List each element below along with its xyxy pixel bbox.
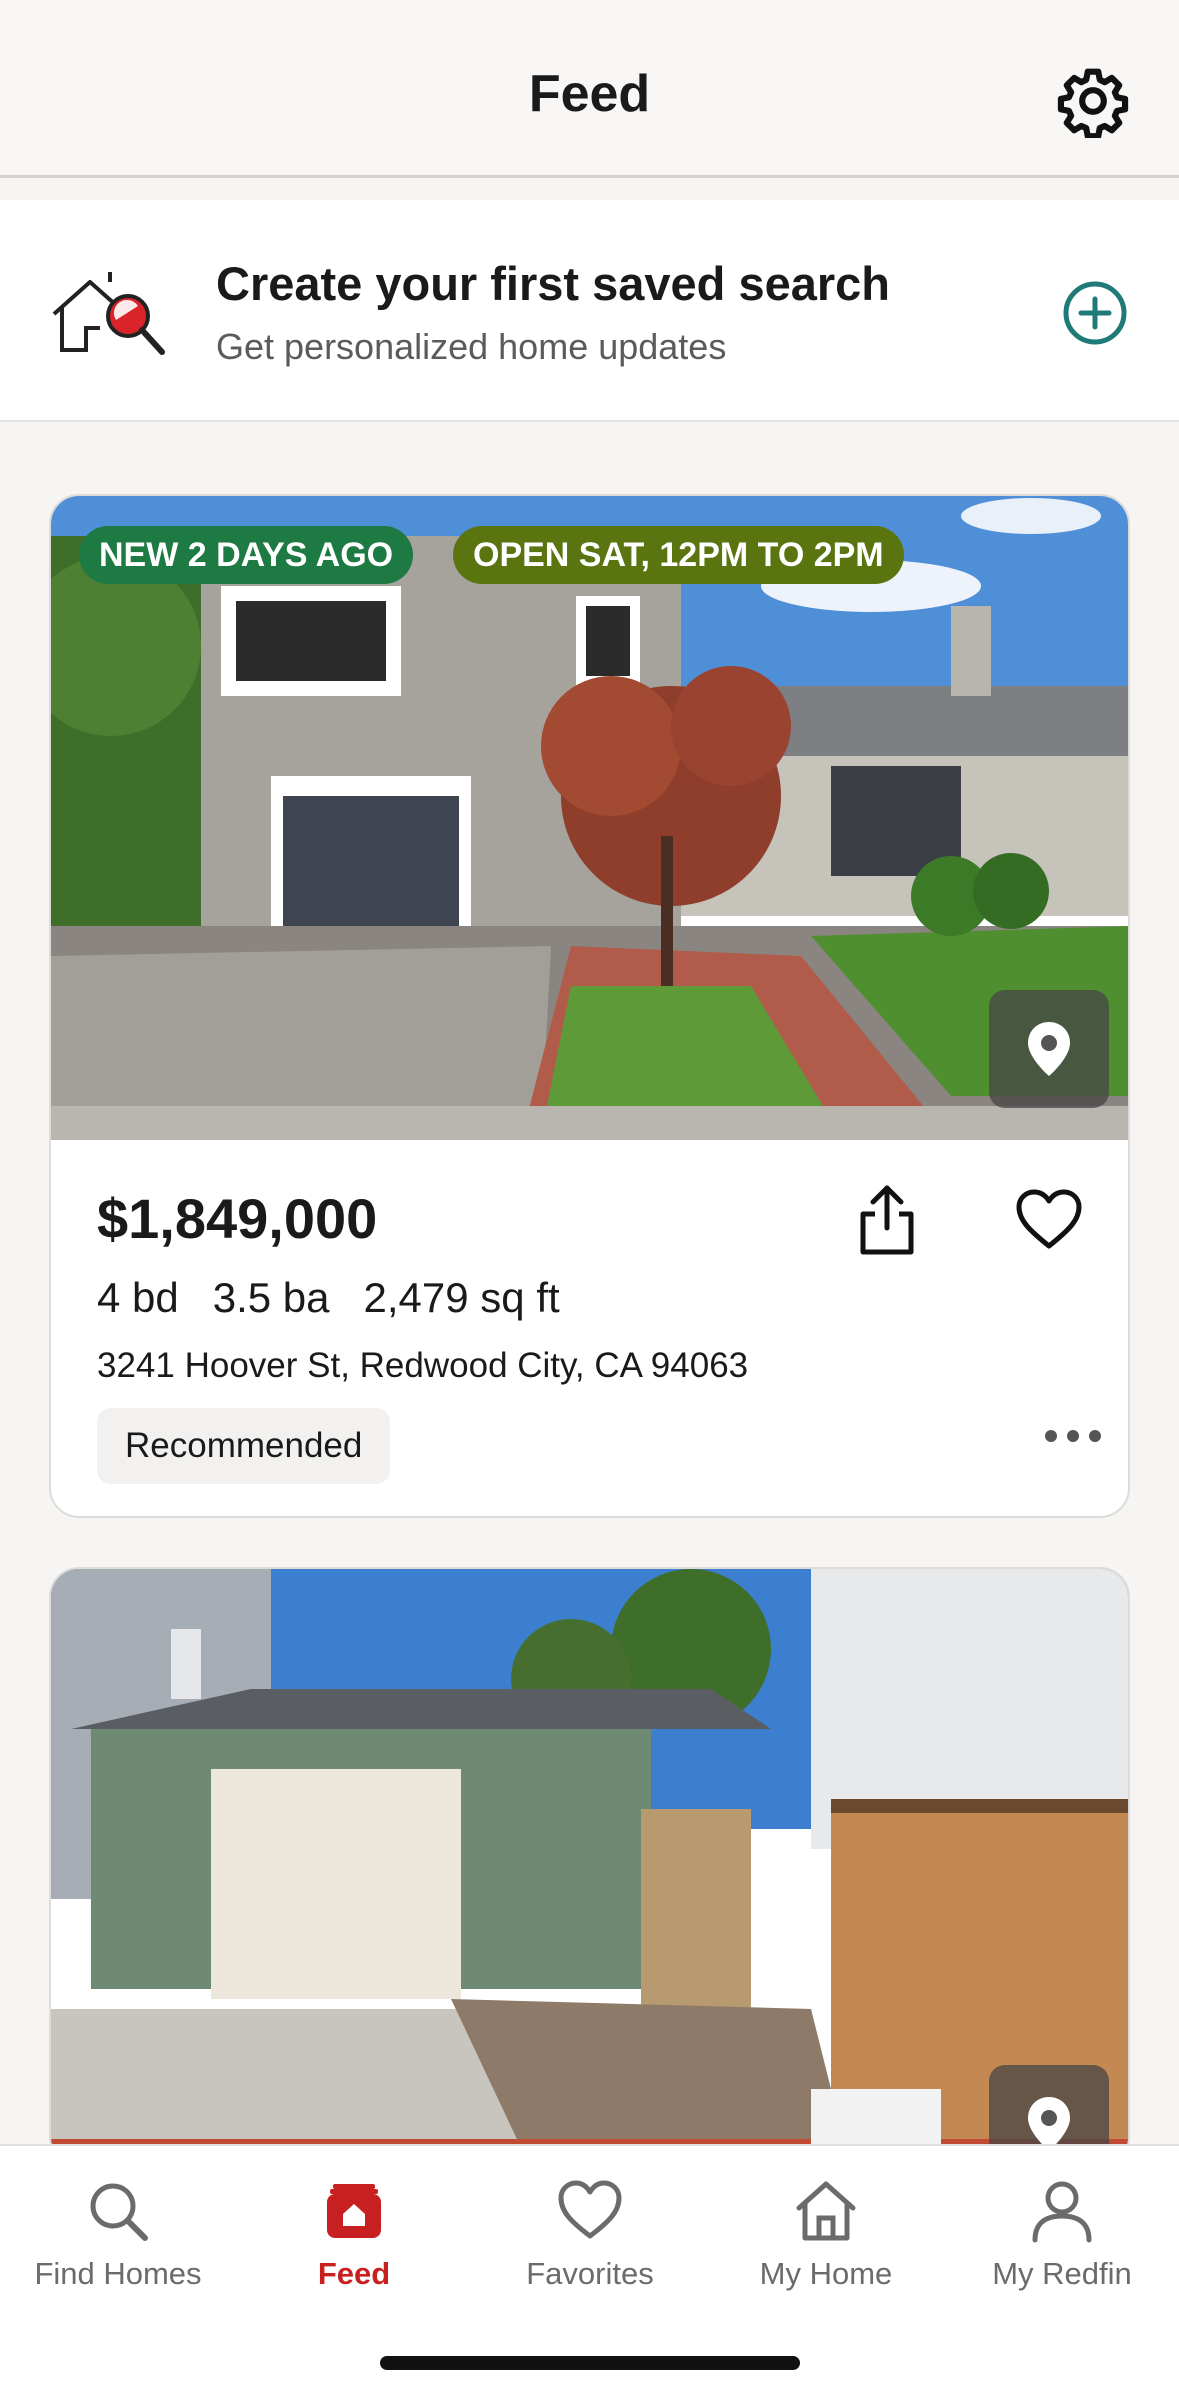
listing-card[interactable]: NEW 2 DAYS AGO OPEN SAT, 12PM TO 2PM $1,… [49, 494, 1130, 1518]
tab-find-homes[interactable]: Find Homes [0, 2166, 236, 2306]
person-icon [1032, 2181, 1092, 2243]
tab-label: Find Homes [34, 2256, 202, 2291]
tab-label: My Redfin [992, 2256, 1132, 2291]
listing-price: $1,849,000 [97, 1187, 378, 1250]
listing-card[interactable] [49, 1567, 1130, 2167]
map-button[interactable] [989, 990, 1109, 1108]
home-icon [796, 2181, 856, 2241]
tab-my-redfin[interactable]: My Redfin [944, 2166, 1179, 2306]
plus-circle-icon[interactable] [1062, 280, 1128, 346]
baths: 3.5 ba [212, 1274, 330, 1321]
recommended-tag: Recommended [97, 1408, 391, 1484]
home-indicator [380, 2356, 800, 2370]
beds: 4 bd [97, 1274, 179, 1321]
listing-address: 3241 Hoover St, Redwood City, CA 94063 [97, 1346, 749, 1385]
listing-photo[interactable]: NEW 2 DAYS AGO OPEN SAT, 12PM TO 2PM [51, 496, 1128, 1140]
tab-label: Favorites [526, 2256, 654, 2291]
banner-subtitle: Get personalized home updates [216, 326, 727, 367]
tab-label: Feed [317, 2256, 391, 2291]
tab-label: My Home [759, 2256, 893, 2291]
listing-facts: 4 bd 3.5 ba 2,479 sq ft [97, 1274, 594, 1322]
new-listing-badge: NEW 2 DAYS AGO [79, 526, 414, 584]
open-house-badge: OPEN SAT, 12PM TO 2PM [453, 526, 904, 584]
house-search-icon [52, 272, 165, 355]
tab-my-home[interactable]: My Home [708, 2166, 944, 2306]
share-icon[interactable] [857, 1182, 917, 1258]
tab-favorites[interactable]: Favorites [472, 2166, 708, 2306]
gear-icon[interactable] [1056, 64, 1130, 138]
heart-icon [558, 2180, 622, 2239]
listing-photo[interactable] [51, 1569, 1128, 2165]
favorite-heart-icon[interactable] [1015, 1188, 1083, 1250]
top-bar: Feed [0, 0, 1179, 178]
page-title: Feed [528, 65, 651, 123]
more-options-icon[interactable] [1043, 1426, 1103, 1446]
saved-search-banner[interactable]: Create your first saved search Get perso… [0, 200, 1179, 422]
search-icon [90, 2183, 148, 2241]
feed-icon [327, 2184, 381, 2238]
map-pin-icon [1028, 1022, 1070, 1076]
banner-title: Create your first saved search [216, 257, 890, 310]
tab-feed[interactable]: Feed [236, 2166, 472, 2306]
sqft: 2,479 sq ft [363, 1274, 560, 1321]
